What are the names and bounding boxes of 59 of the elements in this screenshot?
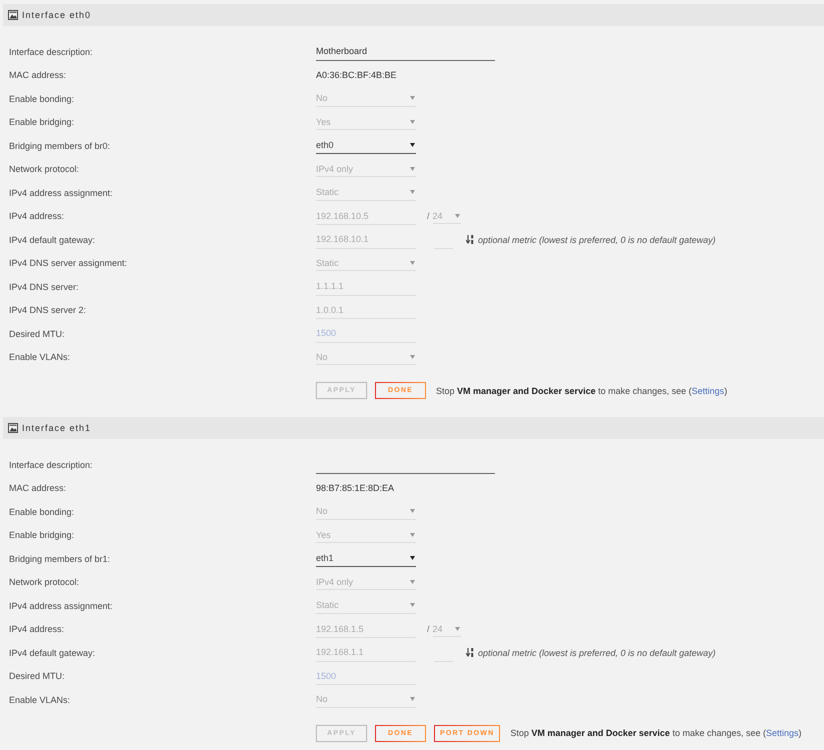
sort-icon: [466, 648, 474, 658]
text-field[interactable]: Motherboard: [316, 42, 495, 61]
field-label: Enable VLANs:: [9, 694, 70, 706]
caret-icon: [410, 509, 415, 514]
field-label: IPv4 default gateway:: [9, 234, 96, 246]
hint-text: optional metric (lowest is preferred, 0 is no default gateway): [478, 646, 716, 659]
caret-icon: [410, 580, 415, 584]
caret-icon: [410, 190, 415, 194]
field-label: Enable bridging:: [9, 116, 74, 128]
field-label: Bridging members of br0:: [9, 140, 110, 152]
caret-icon: [410, 532, 415, 537]
mac-address-value: 98:B7:85:1E:8D:EA: [316, 482, 394, 494]
caret-icon: [410, 166, 415, 171]
separator-text: /: [427, 210, 430, 222]
field-label: IPv4 default gateway:: [9, 646, 96, 659]
caret-icon: [410, 120, 415, 124]
field-label: Network protocol:: [9, 163, 80, 176]
field-label: IPv4 address:: [9, 210, 64, 222]
hint-text: optional metric (lowest is preferred, 0 is no default gateway): [478, 234, 716, 246]
field-label: IPv4 address assignment:: [9, 600, 113, 612]
picture-icon: [8, 423, 18, 433]
field-label: MAC address:: [9, 69, 66, 82]
separator-text: /: [427, 623, 430, 636]
section-title: Interface eth1: [22, 422, 92, 434]
field-label: Enable VLANs:: [9, 351, 70, 364]
caret-icon: [410, 96, 415, 100]
field-label: Desired MTU:: [9, 328, 65, 340]
field-label: IPv4 address assignment:: [9, 186, 113, 199]
settings-link[interactable]: Settings: [692, 386, 724, 396]
select-field[interactable]: eth0: [316, 138, 416, 154]
caret-icon: [410, 354, 415, 359]
caret-icon: [410, 260, 415, 265]
sort-icon: [466, 235, 474, 244]
section-title: Interface eth0: [22, 9, 92, 21]
field-label: IPv4 address:: [9, 623, 64, 636]
caret-icon: [410, 556, 415, 560]
notice-text: Stop VM manager and Docker service to make changes, see (Settings): [436, 384, 728, 396]
field-label: Enable bonding:: [9, 92, 74, 105]
field-label: Enable bridging:: [9, 529, 74, 542]
caret-icon: [454, 626, 460, 631]
field-label: IPv4 DNS server 2:: [9, 304, 86, 316]
field-label: Desired MTU:: [9, 670, 65, 682]
caret-icon: [410, 143, 415, 148]
field-label: MAC address:: [9, 482, 66, 494]
caret-icon: [410, 697, 415, 702]
field-label: IPv4 DNS server:: [9, 280, 79, 293]
settings-link[interactable]: Settings: [766, 728, 799, 738]
field-label: Enable bonding:: [9, 506, 74, 518]
field-label: Bridging members of br1:: [9, 552, 110, 565]
field-label: Interface description:: [9, 46, 93, 58]
select-field[interactable]: eth1: [316, 550, 416, 567]
field-label: Network protocol:: [9, 576, 80, 588]
field-label: Interface description:: [9, 458, 93, 471]
caret-icon: [454, 214, 460, 218]
mac-address-value: A0:36:BC:BF:4B:BE: [316, 69, 397, 82]
caret-icon: [410, 603, 415, 608]
picture-icon: [8, 10, 18, 20]
field-label: IPv4 DNS server assignment:: [9, 257, 128, 270]
notice-text: Stop VM manager and Docker service to make changes, see (Settings): [510, 727, 802, 739]
